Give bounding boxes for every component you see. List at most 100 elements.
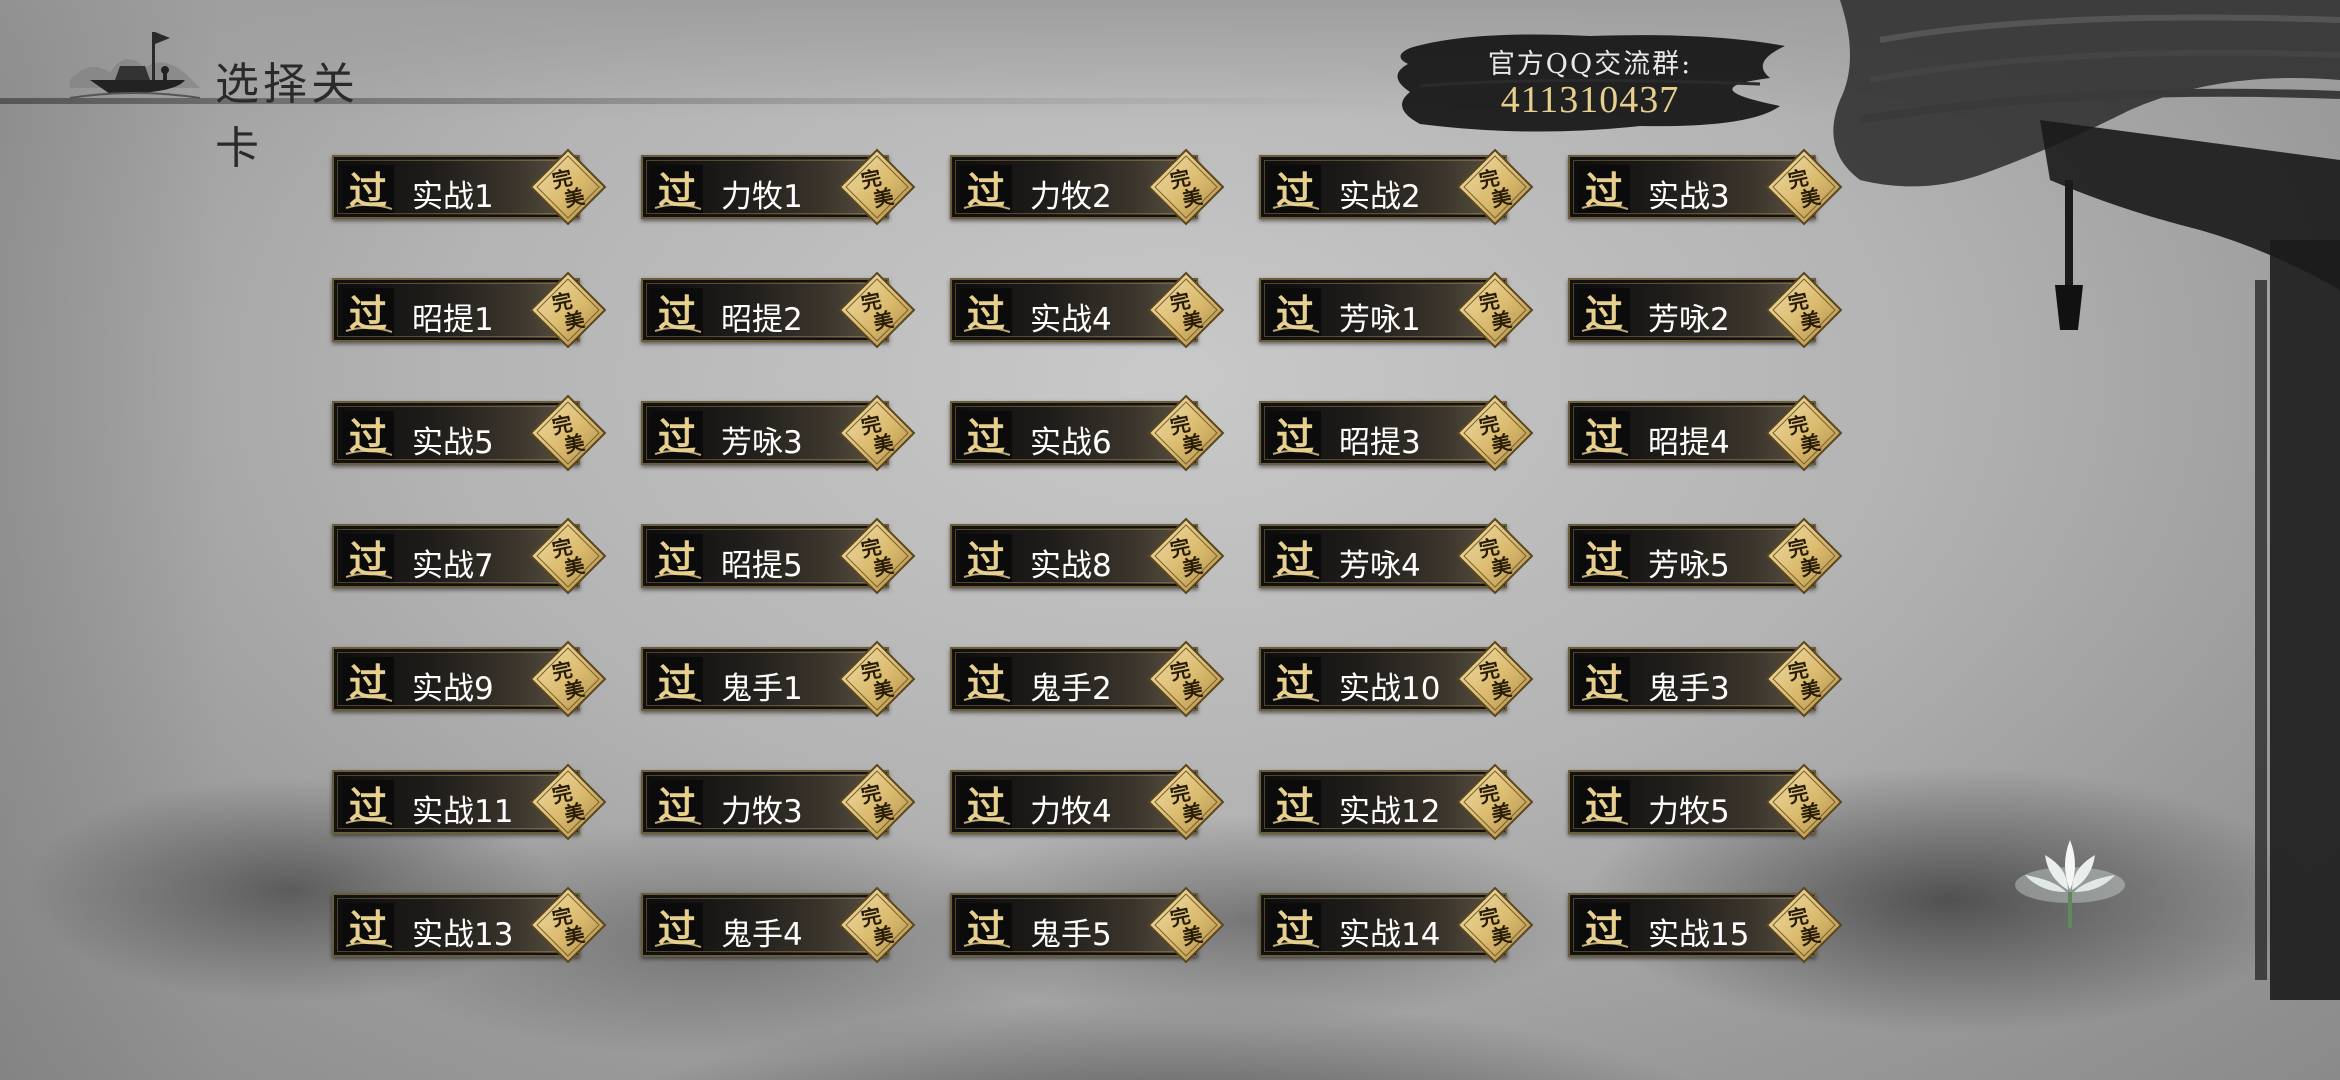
level-card[interactable]: 过 力牧5 完 美 xyxy=(1568,763,1843,841)
pass-seal-icon: 过 xyxy=(960,411,1012,459)
pass-seal-icon: 过 xyxy=(1578,288,1630,336)
perfect-rating-badge: 完 美 xyxy=(1146,762,1226,842)
level-card[interactable]: 过 昭提1 完 美 xyxy=(332,271,607,349)
level-card[interactable]: 过 昭提3 完 美 xyxy=(1259,394,1534,472)
level-card[interactable]: 过 实战14 完 美 xyxy=(1259,886,1534,964)
level-card[interactable]: 过 力牧4 完 美 xyxy=(950,763,1225,841)
level-card[interactable]: 过 实战12 完 美 xyxy=(1259,763,1534,841)
perfect-rating-badge: 完 美 xyxy=(1764,639,1844,719)
perfect-rating-badge: 完 美 xyxy=(1146,147,1226,227)
pass-seal-icon: 过 xyxy=(651,903,703,951)
level-card[interactable]: 过 鬼手3 完 美 xyxy=(1568,640,1843,718)
perfect-rating-badge: 完 美 xyxy=(1764,147,1844,227)
pass-seal-icon: 过 xyxy=(960,657,1012,705)
boat-icon xyxy=(70,32,200,99)
pass-seal-icon: 过 xyxy=(1578,411,1630,459)
level-card[interactable]: 过 实战4 完 美 xyxy=(950,271,1225,349)
pass-seal-icon: 过 xyxy=(1269,165,1321,213)
perfect-rating-badge: 完 美 xyxy=(1455,270,1535,350)
pass-seal-icon: 过 xyxy=(342,657,394,705)
perfect-rating-badge: 完 美 xyxy=(528,885,608,965)
level-card[interactable]: 过 实战7 完 美 xyxy=(332,517,607,595)
perfect-rating-badge: 完 美 xyxy=(837,639,917,719)
perfect-rating-badge: 完 美 xyxy=(1146,639,1226,719)
level-card[interactable]: 过 芳咏5 完 美 xyxy=(1568,517,1843,595)
level-card[interactable]: 过 实战6 完 美 xyxy=(950,394,1225,472)
level-card[interactable]: 过 实战11 完 美 xyxy=(332,763,607,841)
perfect-rating-badge: 完 美 xyxy=(837,270,917,350)
perfect-rating-badge: 完 美 xyxy=(1146,270,1226,350)
level-card[interactable]: 过 实战1 完 美 xyxy=(332,148,607,226)
perfect-rating-badge: 完 美 xyxy=(1455,516,1535,596)
pass-seal-icon: 过 xyxy=(1578,903,1630,951)
pass-seal-icon: 过 xyxy=(1578,780,1630,828)
perfect-rating-badge: 完 美 xyxy=(1455,762,1535,842)
pass-seal-icon: 过 xyxy=(960,534,1012,582)
pass-seal-icon: 过 xyxy=(651,657,703,705)
pass-seal-icon: 过 xyxy=(651,165,703,213)
perfect-rating-badge: 完 美 xyxy=(528,270,608,350)
perfect-rating-badge: 完 美 xyxy=(1455,639,1535,719)
level-card[interactable]: 过 昭提4 完 美 xyxy=(1568,394,1843,472)
level-card[interactable]: 过 芳咏2 完 美 xyxy=(1568,271,1843,349)
level-card[interactable]: 过 鬼手1 完 美 xyxy=(641,640,916,718)
perfect-rating-badge: 完 美 xyxy=(528,393,608,473)
pass-seal-icon: 过 xyxy=(1578,657,1630,705)
level-card[interactable]: 过 实战2 完 美 xyxy=(1259,148,1534,226)
pass-seal-icon: 过 xyxy=(651,411,703,459)
pass-seal-icon: 过 xyxy=(960,903,1012,951)
level-card[interactable]: 过 昭提5 完 美 xyxy=(641,517,916,595)
perfect-rating-badge: 完 美 xyxy=(837,393,917,473)
level-card[interactable]: 过 昭提2 完 美 xyxy=(641,271,916,349)
perfect-rating-badge: 完 美 xyxy=(1764,270,1844,350)
qq-group-label: 官方QQ交流群: xyxy=(1487,49,1693,80)
pass-seal-icon: 过 xyxy=(651,780,703,828)
pass-seal-icon: 过 xyxy=(960,165,1012,213)
pass-seal-icon: 过 xyxy=(1578,165,1630,213)
perfect-rating-badge: 完 美 xyxy=(528,639,608,719)
pass-seal-icon: 过 xyxy=(960,288,1012,336)
pass-seal-icon: 过 xyxy=(342,165,394,213)
perfect-rating-badge: 完 美 xyxy=(528,516,608,596)
level-card[interactable]: 过 芳咏3 完 美 xyxy=(641,394,916,472)
back-button[interactable]: 选择关卡 xyxy=(30,8,390,174)
qq-group-number: 411310437 xyxy=(1500,79,1680,121)
lotus-icon xyxy=(2015,840,2125,928)
perfect-rating-badge: 完 美 xyxy=(1455,147,1535,227)
perfect-rating-badge: 完 美 xyxy=(837,762,917,842)
level-card[interactable]: 过 力牧3 完 美 xyxy=(641,763,916,841)
perfect-rating-badge: 完 美 xyxy=(1764,885,1844,965)
pass-seal-icon: 过 xyxy=(960,780,1012,828)
level-card[interactable]: 过 实战13 完 美 xyxy=(332,886,607,964)
perfect-rating-badge: 完 美 xyxy=(1146,393,1226,473)
qq-group-banner[interactable]: 官方QQ交流群: 411310437 xyxy=(1390,28,1790,148)
pass-seal-icon: 过 xyxy=(342,288,394,336)
level-card[interactable]: 过 鬼手4 完 美 xyxy=(641,886,916,964)
perfect-rating-badge: 完 美 xyxy=(1764,516,1844,596)
perfect-rating-badge: 完 美 xyxy=(837,147,917,227)
level-card[interactable]: 过 力牧1 完 美 xyxy=(641,148,916,226)
perfect-rating-badge: 完 美 xyxy=(528,762,608,842)
pass-seal-icon: 过 xyxy=(651,534,703,582)
perfect-rating-badge: 完 美 xyxy=(837,516,917,596)
pass-seal-icon: 过 xyxy=(342,780,394,828)
level-card[interactable]: 过 实战5 完 美 xyxy=(332,394,607,472)
level-card[interactable]: 过 实战8 完 美 xyxy=(950,517,1225,595)
perfect-rating-badge: 完 美 xyxy=(1455,393,1535,473)
level-card[interactable]: 过 实战3 完 美 xyxy=(1568,148,1843,226)
level-card[interactable]: 过 芳咏4 完 美 xyxy=(1259,517,1534,595)
level-card[interactable]: 过 鬼手2 完 美 xyxy=(950,640,1225,718)
level-card[interactable]: 过 实战10 完 美 xyxy=(1259,640,1534,718)
pass-seal-icon: 过 xyxy=(1269,288,1321,336)
pavilion-roof-icon xyxy=(1833,0,2340,1000)
level-card[interactable]: 过 实战15 完 美 xyxy=(1568,886,1843,964)
pass-seal-icon: 过 xyxy=(1578,534,1630,582)
pass-seal-icon: 过 xyxy=(1269,657,1321,705)
left-vignette xyxy=(0,0,220,1080)
level-card[interactable]: 过 芳咏1 完 美 xyxy=(1259,271,1534,349)
level-card[interactable]: 过 实战9 完 美 xyxy=(332,640,607,718)
level-card[interactable]: 过 力牧2 完 美 xyxy=(950,148,1225,226)
level-card[interactable]: 过 鬼手5 完 美 xyxy=(950,886,1225,964)
perfect-rating-badge: 完 美 xyxy=(1146,885,1226,965)
perfect-rating-badge: 完 美 xyxy=(1146,516,1226,596)
